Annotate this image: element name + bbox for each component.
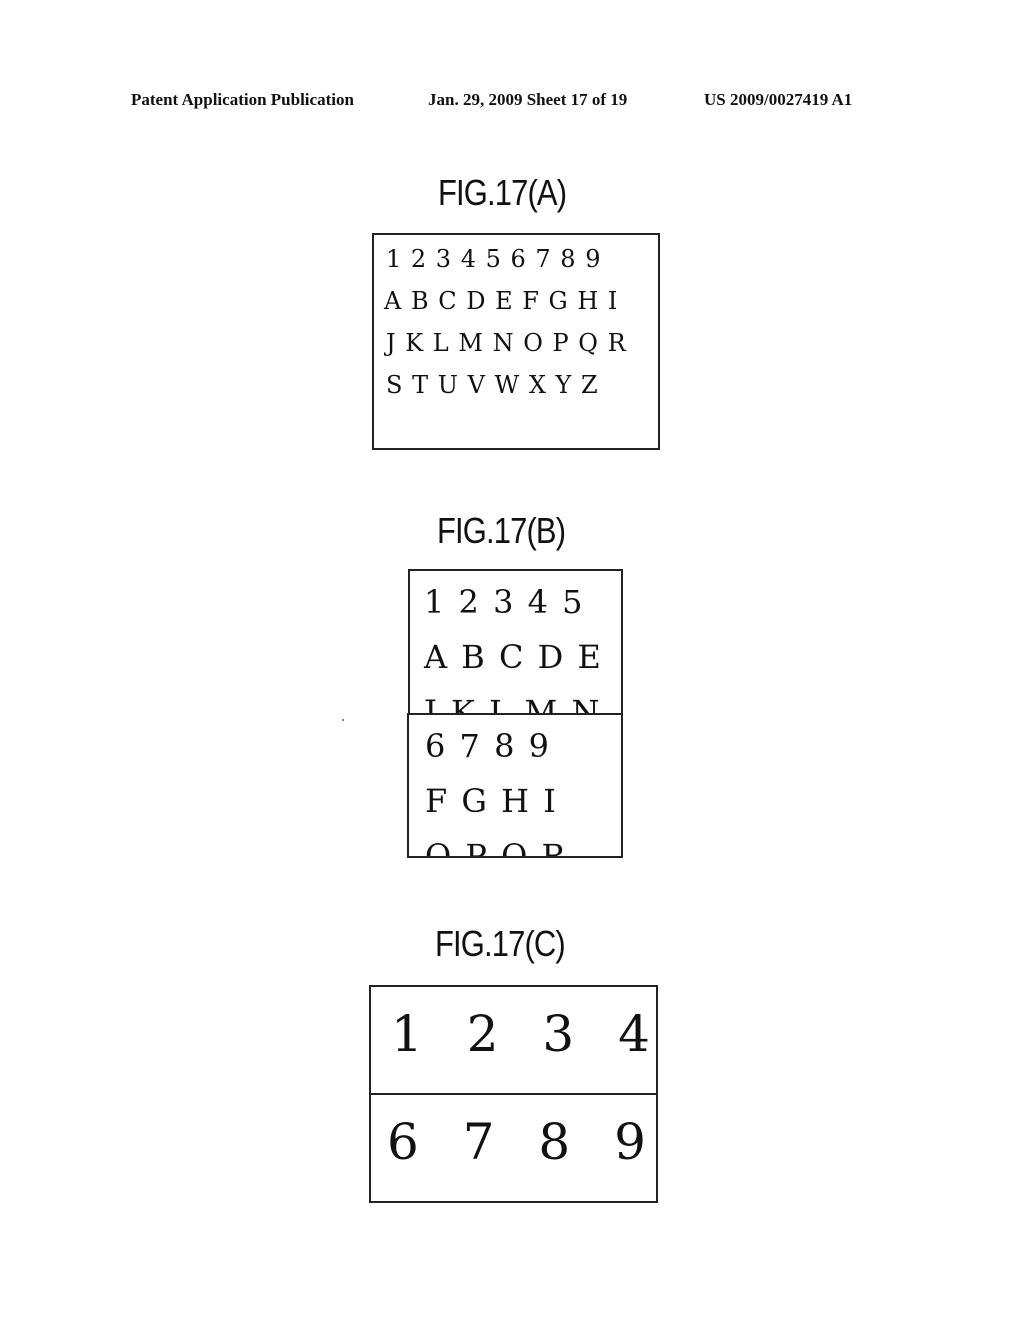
figure-b-top-row: A B C D E [424,638,603,676]
figure-b-bottom-row-clipped: O P Q R [425,837,568,858]
page-header: Patent Application Publication Jan. 29, … [0,90,1024,114]
publication-type: Patent Application Publication [131,90,354,109]
figure-c-bottom-panel: 6 7 8 9 [369,1093,658,1203]
figure-c-title: FIG.17(C) [435,923,566,964]
figure-a-row: A B C D E F G H I [384,287,619,315]
publication-number: US 2009/0027419 A1 [704,90,853,109]
figure-a-row: J K L M N O P Q R [386,329,627,357]
figure-b-title: FIG.17(B) [437,510,566,551]
figure-b-top-row-clipped: J K L M N [424,693,602,715]
figure-b-top-row: 1 2 3 4 5 [424,583,585,621]
figure-c-top-panel: 1 2 3 4 5 [369,985,658,1096]
figure-a-display-box: 1 2 3 4 5 6 7 8 9 A B C D E F G H I J K … [372,233,660,450]
figure-b-bottom-panel: 6 7 8 9 F G H I O P Q R [407,713,623,858]
figure-b-bottom-row: 6 7 8 9 [425,727,551,765]
scan-artifact [342,719,344,721]
figure-c-top-row: 1 2 3 4 5 [391,1005,656,1063]
figure-c-bottom-row: 6 7 8 9 [387,1113,658,1171]
figure-a-title: FIG.17(A) [438,172,567,213]
figure-a-row: 1 2 3 4 5 6 7 8 9 [386,245,602,273]
publication-date-sheet: Jan. 29, 2009 Sheet 17 of 19 [428,90,628,109]
figure-b-bottom-row: F G H I [425,782,558,820]
figure-b-top-panel: 1 2 3 4 5 A B C D E J K L M N [408,569,623,715]
figure-a-row: S T U V W X Y Z [386,371,599,399]
